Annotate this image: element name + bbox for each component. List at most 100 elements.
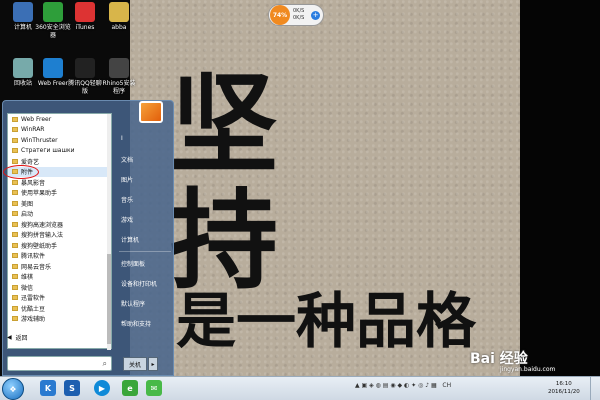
program-folder-item[interactable]: 腾讯软件 (8, 251, 108, 262)
start-menu: Web Freer WinRAR WinThruster Стратеги шашки… (2, 100, 174, 376)
boost-icon[interactable]: + (311, 10, 320, 20)
folder-icon (109, 2, 129, 22)
start-right-item[interactable]: 设备和打印机 (121, 279, 157, 288)
computer-icon (13, 2, 33, 22)
clock-date: 2016/11/20 (548, 389, 580, 395)
back-label: 返回 (15, 335, 28, 342)
taskbar-wechat-icon[interactable]: ✉ (146, 380, 162, 396)
program-folder-item[interactable]: 搜狗高速浏览器 (8, 219, 108, 230)
user-avatar[interactable] (139, 101, 163, 123)
show-desktop-button[interactable] (590, 377, 600, 400)
start-right-item[interactable]: 默认程序 (121, 299, 145, 308)
start-search-input[interactable]: ⌕ (7, 356, 112, 371)
program-folder-label: Web Freer (21, 115, 52, 123)
program-folder-item[interactable]: Web Freer (8, 114, 108, 125)
program-folder-item[interactable]: 维棋 (8, 272, 108, 283)
tray-icons[interactable]: ▲ ▣ ◈ ◍ ▤ ◉ ◆ ◐ ✦ ◎ ♪ ▦ (355, 382, 440, 389)
shutdown-button[interactable]: 关机 (123, 357, 147, 371)
upload-speed: 0K/S (293, 8, 305, 14)
wallpaper-right-band (520, 0, 600, 376)
folder-icon (12, 253, 18, 259)
web-freer-icon (43, 58, 63, 78)
program-folder-label: WinThruster (21, 136, 58, 144)
browser-icon (43, 2, 63, 22)
download-speed: 0K/S (293, 15, 305, 21)
program-folder-label: WinRAR (21, 126, 45, 134)
taskbar-search-app-icon[interactable]: S (64, 380, 80, 396)
program-folder-label: 搜狗壁纸助手 (21, 242, 58, 250)
program-folder-item[interactable]: 网易云音乐 (8, 261, 108, 272)
search-icon: ⌕ (102, 358, 107, 368)
desktop-icon-label: iTunes (75, 24, 95, 31)
program-folder-label: 游戏辅助 (21, 316, 46, 324)
program-folder-label: 腾讯软件 (21, 253, 46, 261)
start-right-item[interactable]: 计算机 (121, 235, 139, 244)
program-folder-item[interactable]: 搜狗壁纸助手 (8, 240, 108, 251)
start-right-item[interactable]: 游戏 (121, 215, 133, 224)
back-arrow-icon: ◀ (7, 334, 16, 341)
start-right-item[interactable]: 图片 (121, 175, 133, 184)
program-folder-item[interactable]: 启动 (8, 209, 108, 220)
start-button[interactable]: ❖ (2, 378, 24, 400)
wallpaper-slogan: 是一种品格 (176, 287, 476, 357)
program-folder-item[interactable]: 使用苹果助手 (8, 188, 108, 199)
start-right-item[interactable]: 音乐 (121, 195, 133, 204)
desktop-icon[interactable]: abba (100, 2, 138, 32)
program-folder-item[interactable]: 游戏辅助 (8, 314, 108, 325)
wallpaper-char-1: 坚 (170, 63, 278, 188)
program-folder-label: 优酷土豆 (21, 305, 46, 313)
start-right-item[interactable]: I (121, 135, 123, 142)
taskbar-app-k-icon[interactable]: K (40, 380, 56, 396)
program-folder-label: 使用苹果助手 (21, 190, 58, 198)
folder-icon (12, 284, 18, 290)
memory-percent: 74% (270, 5, 290, 25)
folder-icon (12, 127, 18, 133)
highlight-ellipse (3, 165, 39, 179)
program-folder-item[interactable]: 美图 (8, 198, 108, 209)
scrollbar-thumb[interactable] (107, 254, 111, 344)
folder-icon (12, 242, 18, 248)
installer-icon (109, 58, 129, 78)
taskbar-browser-icon[interactable]: e (122, 380, 138, 396)
start-right-item[interactable]: 文档 (121, 155, 133, 164)
folder-icon (12, 221, 18, 227)
folder-icon (12, 232, 18, 238)
program-folder-label: 美图 (21, 200, 34, 208)
program-folder-label: 暴风影音 (21, 179, 46, 187)
programs-scrollbar[interactable] (107, 114, 111, 350)
taskbar-clock[interactable]: 16:10 2016/11/20 (548, 380, 580, 396)
program-folder-item[interactable]: 优酷土豆 (8, 303, 108, 314)
start-right-item[interactable]: 控制面板 (121, 259, 145, 268)
folder-icon (12, 316, 18, 322)
input-language[interactable]: CH (442, 382, 451, 389)
program-folder-item[interactable]: WinThruster (8, 135, 108, 146)
folder-icon (12, 137, 18, 143)
network-speed-widget[interactable]: 74% 0K/S 0K/S + (268, 4, 324, 26)
shutdown-options-icon[interactable]: ▸ (148, 357, 158, 371)
folder-icon (12, 190, 18, 196)
program-folder-item[interactable]: 迅雷软件 (8, 293, 108, 304)
folder-icon (12, 116, 18, 122)
windows-logo-icon: ❖ (9, 384, 17, 394)
desktop-icon-label: abba (111, 24, 127, 31)
folder-icon (12, 148, 18, 154)
program-folder-item[interactable]: 搜狗拼音输入法 (8, 230, 108, 241)
back-button[interactable]: ◀ 返回 (7, 333, 27, 342)
baidu-watermark: Bai 经验 (470, 351, 528, 367)
desktop-icon[interactable]: 腾讯QQ轻聊版 (66, 58, 104, 96)
system-tray[interactable]: ▲ ▣ ◈ ◍ ▤ ◉ ◆ ◐ ✦ ◎ ♪ ▦ CH (355, 382, 451, 389)
folder-icon (12, 200, 18, 206)
desktop-icon[interactable]: Rhino5安装程序 (100, 58, 138, 96)
folder-icon (12, 263, 18, 269)
program-folder-item[interactable]: 微信 (8, 282, 108, 293)
taskbar-player-icon[interactable]: ▶ (94, 380, 110, 396)
program-folder-item[interactable]: WinRAR (8, 125, 108, 136)
taskbar: ❖ K S ▶ e ✉ ▲ ▣ ◈ ◍ ▤ ◉ ◆ ◐ ✦ ◎ ♪ ▦ CH 1… (0, 376, 600, 400)
program-folder-label: 搜狗拼音输入法 (21, 232, 64, 240)
program-folder-label: 网易云音乐 (21, 263, 52, 271)
program-folder-item[interactable]: Стратеги шашки (8, 146, 108, 157)
menu-separator (119, 251, 171, 252)
folder-icon (12, 274, 18, 280)
start-right-item[interactable]: 帮助和支持 (121, 319, 151, 328)
desktop-icon[interactable]: iTunes (66, 2, 104, 32)
